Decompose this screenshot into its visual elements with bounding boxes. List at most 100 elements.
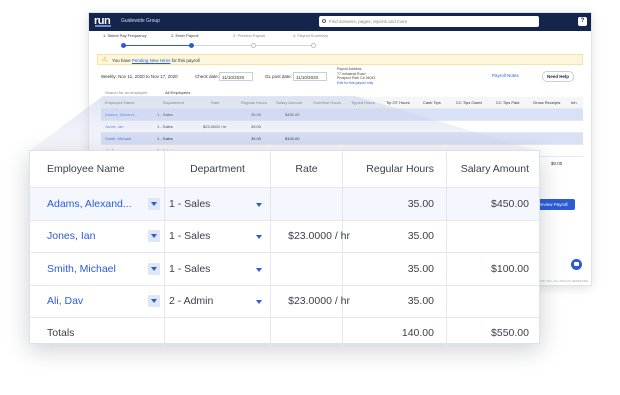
pay-period-label: Weekly: Nov 11, 2020 to Nov 17, 2020 <box>101 74 178 79</box>
department-value: 1 - Sales <box>169 262 211 275</box>
department-select[interactable]: 1 - Sales <box>165 220 271 252</box>
company-name[interactable]: Guidewide Group <box>121 18 160 24</box>
regular-hours-input[interactable]: 35.00 <box>343 188 447 220</box>
employee-name-link[interactable]: Jones, Ian <box>47 230 95 242</box>
header-department[interactable]: Department <box>165 151 271 187</box>
check-date-field[interactable]: 11/10/2020 <box>219 72 253 81</box>
employee-name-cell: Ali, Dav <box>30 285 165 317</box>
payroll-address: Payroll Address 77 Industrial Road Prosp… <box>337 67 375 85</box>
bg-table-row[interactable]: Smith, Michael 1 - Sales 35.00 $100.00 <box>101 133 583 145</box>
bg-row-dept[interactable]: 1 - Sales <box>157 133 173 144</box>
bg-row-hours[interactable]: 35.00 <box>251 121 261 132</box>
chevron-down-icon <box>151 266 157 271</box>
header-salary-amount[interactable]: Salary Amount <box>447 151 539 187</box>
bg-table-row[interactable]: Adams, Alexand... 1 - Sales 35.00 $450.0… <box>101 109 583 121</box>
bg-stray-value: $0.00 <box>551 161 563 166</box>
employee-menu-button[interactable] <box>148 295 160 308</box>
header-regular-hours[interactable]: Regular Hours <box>343 151 447 187</box>
payroll-stepper: 1. Select Pay Frequency 2. Enter Payroll… <box>103 33 363 53</box>
bg-row-dept[interactable]: 1 - Sales <box>157 121 173 132</box>
table-row[interactable]: Smith, Michael 1 - Sales 35.00 $100.00 <box>30 253 539 286</box>
regular-hours-input[interactable]: 35.00 <box>343 285 447 317</box>
bg-row-name[interactable]: Smith, Michael <box>105 133 131 144</box>
regular-hours-input[interactable]: 35.00 <box>343 220 447 252</box>
rate-value: $23.0000 / hr <box>288 230 350 243</box>
bg-col-ot: Overtime Hours <box>313 100 342 105</box>
bg-col-cashtips: Cash Tips <box>423 100 441 105</box>
bg-row-dept[interactable]: 1 - Sales <box>157 109 173 120</box>
step-dot-2 <box>189 43 194 48</box>
bg-row-name[interactable]: Adams, Alexand... <box>105 109 137 120</box>
salary-amount-input[interactable]: $450.00 <box>447 188 539 220</box>
bg-table-row[interactable]: Jones, Ian 1 - Sales $23.0000 / hr 35.00 <box>101 121 583 133</box>
chat-icon[interactable] <box>571 259 582 270</box>
pending-new-hires-link[interactable]: Pending New Hires <box>132 58 171 63</box>
step-select-pay-frequency[interactable]: 1. Select Pay Frequency <box>103 33 147 38</box>
gl-post-date-field[interactable]: 11/10/2020 <box>293 72 327 81</box>
totals-salary: $550.00 <box>491 326 529 339</box>
check-date-label: Check date: <box>195 74 220 79</box>
rate-cell[interactable]: $23.0000 / hr <box>271 285 350 317</box>
bg-col-gross: Gross Receipts <box>533 100 561 105</box>
table-row[interactable]: Jones, Ian 1 - Sales $23.0000 / hr 35.00 <box>30 220 539 253</box>
bg-col-tipped: Tipped Hours <box>351 100 375 105</box>
dropdown-caret-icon <box>256 202 262 207</box>
employee-group-select[interactable]: All Employees <box>165 88 190 97</box>
rate-cell[interactable]: $23.0000 / hr <box>271 220 350 252</box>
chevron-down-icon <box>151 299 157 304</box>
totals-hours: 140.00 <box>343 318 447 347</box>
bg-row-rate[interactable]: $23.0000 / hr <box>203 121 227 132</box>
bg-col-cctipspaid: CC Tips Paid <box>496 100 520 105</box>
table-row[interactable]: Adams, Alexand... 1 - Sales 35.00 $450.0… <box>30 188 539 221</box>
bg-row-hours[interactable]: 35.00 <box>251 109 261 120</box>
employee-name-link[interactable]: Adams, Alexand... <box>47 198 132 210</box>
department-value: 1 - Sales <box>169 197 211 210</box>
help-icon[interactable]: ? <box>578 17 587 26</box>
header-rate[interactable]: Rate <box>271 151 343 187</box>
payroll-notes-link[interactable]: Payroll Notes <box>492 73 519 78</box>
employee-menu-button[interactable] <box>148 262 160 275</box>
step-dot-3 <box>251 43 256 48</box>
pending-hires-alert: ⚠ You have Pending New Hires for this pa… <box>97 54 583 65</box>
dropdown-caret-icon <box>256 267 262 272</box>
edit-address-link[interactable]: Edit for this payroll only <box>337 81 373 85</box>
salary-amount-input[interactable]: $100.00 <box>447 253 539 285</box>
header-employee-name[interactable]: Employee Name <box>30 151 165 187</box>
employee-menu-button[interactable] <box>148 197 160 210</box>
employee-name-cell: Adams, Alexand... <box>30 188 165 220</box>
bg-col-inh: Inh <box>571 100 577 105</box>
need-help-button[interactable]: Need Help <box>542 71 575 82</box>
salary-amount-input[interactable] <box>447 286 539 318</box>
warning-icon: ⚠ <box>102 57 108 63</box>
bg-row-hours[interactable]: 35.00 <box>251 133 261 144</box>
bg-col-name: Employee Name <box>105 100 135 105</box>
department-select[interactable]: 1 - Sales <box>165 253 271 285</box>
bg-row-name[interactable]: Jones, Ian <box>105 121 123 132</box>
step-dot-4 <box>311 43 316 48</box>
step-enter-payroll[interactable]: 2. Enter Payroll <box>171 33 198 38</box>
department-select[interactable]: 1 - Sales <box>165 188 271 220</box>
employee-name-link[interactable]: Ali, Dav <box>47 295 83 307</box>
rate-cell[interactable] <box>271 253 343 285</box>
step-dot-1 <box>121 43 126 48</box>
bg-row-salary[interactable]: $450.00 <box>285 109 299 120</box>
department-select[interactable]: 2 - Admin <box>165 285 271 317</box>
employee-name-link[interactable]: Smith, Michael <box>47 263 116 275</box>
global-search-input[interactable]: Find answers, pages, reports and more <box>319 16 539 27</box>
bg-table-header: Employee Name Department Rate Regular Ho… <box>101 97 583 109</box>
rate-cell[interactable] <box>271 188 343 220</box>
dropdown-caret-icon <box>256 235 262 240</box>
payroll-grid: Employee Name Department Rate Regular Ho… <box>30 151 539 347</box>
salary-amount-input[interactable] <box>447 221 539 253</box>
chevron-down-icon <box>151 201 157 206</box>
bg-row-salary[interactable]: $100.00 <box>285 133 299 144</box>
gl-post-date-label: GL post date: <box>265 74 292 79</box>
regular-hours-input[interactable]: 35.00 <box>343 253 447 285</box>
department-value: 2 - Admin <box>169 295 214 308</box>
totals-label: Totals <box>30 318 165 347</box>
employee-menu-button[interactable] <box>148 230 160 243</box>
alert-prefix: You have <box>112 58 131 63</box>
table-row[interactable]: Ali, Dav 2 - Admin $23.0000 / hr 35.00 <box>30 285 539 318</box>
department-value: 1 - Sales <box>169 230 211 243</box>
step-preview-payroll: 3. Preview Payroll <box>233 33 266 38</box>
